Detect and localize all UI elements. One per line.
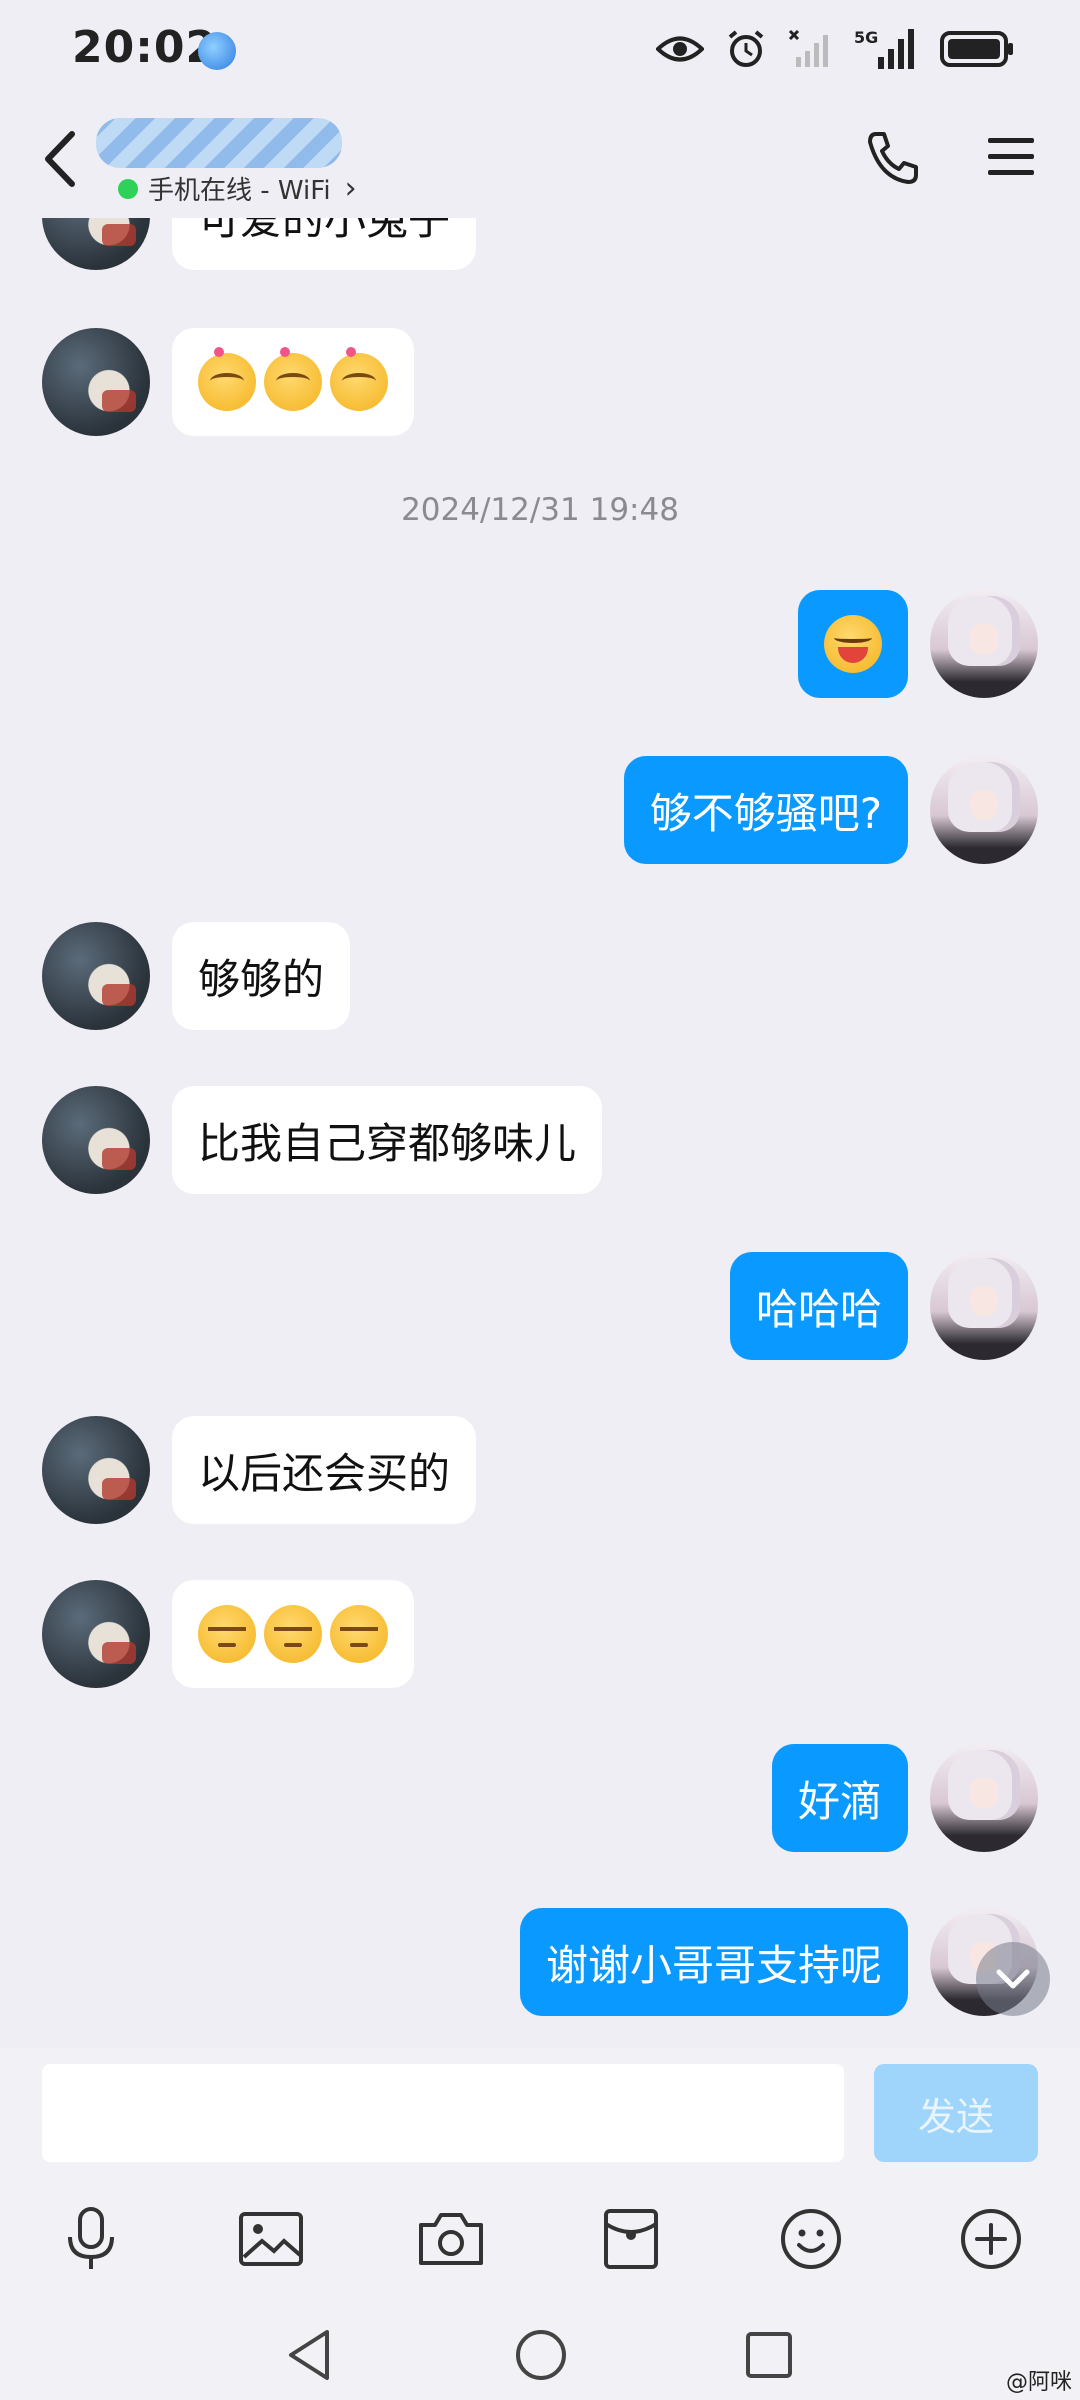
nav-recents-button[interactable] bbox=[734, 2320, 804, 2390]
message-row: 谢谢小哥哥支持呢 bbox=[0, 1908, 1080, 2020]
message-row bbox=[0, 1580, 1080, 1692]
chevron-left-icon bbox=[45, 131, 75, 187]
message-bubble[interactable] bbox=[798, 590, 908, 698]
alarm-icon bbox=[728, 30, 764, 67]
contact-avatar[interactable] bbox=[42, 1416, 150, 1524]
chevron-right-icon: › bbox=[344, 171, 357, 206]
chat-header: 手机在线 - WiFi › bbox=[0, 100, 1080, 218]
message-row: 比我自己穿都够味儿 bbox=[0, 1086, 1080, 1198]
camera-button[interactable] bbox=[410, 2198, 492, 2280]
message-text: 够不够骚吧? bbox=[649, 788, 882, 838]
eye-icon bbox=[656, 36, 704, 62]
blush-heart-emoji-icon bbox=[264, 347, 322, 411]
image-icon bbox=[239, 2212, 303, 2266]
plus-icon bbox=[961, 2209, 1021, 2269]
battery-icon bbox=[940, 31, 1013, 67]
presence-status[interactable]: 手机在线 - WiFi › bbox=[118, 170, 357, 207]
message-row: 好滴 bbox=[0, 1744, 1080, 1856]
message-bubble[interactable]: 谢谢小哥哥支持呢 bbox=[519, 1908, 908, 2016]
voice-button[interactable] bbox=[50, 2198, 132, 2280]
message-list[interactable]: 可爱的小兔子 2024/12/31 19:48 够不够骚吧? 够够的 比我自己穿… bbox=[0, 218, 1080, 2048]
contact-avatar[interactable] bbox=[42, 1086, 150, 1194]
blush-heart-emoji-icon bbox=[330, 347, 388, 411]
hamburger-menu-icon bbox=[988, 138, 1034, 175]
signal-5g-icon: 5G bbox=[854, 28, 914, 69]
contact-avatar[interactable] bbox=[42, 922, 150, 1030]
no-signal-icon bbox=[788, 29, 828, 67]
emoji-button[interactable] bbox=[770, 2198, 852, 2280]
nav-home-button[interactable] bbox=[506, 2320, 576, 2390]
message-text: 够够的 bbox=[198, 954, 325, 1004]
triangle-back-icon bbox=[289, 2330, 329, 2380]
presence-text: 手机在线 - WiFi bbox=[148, 176, 331, 206]
message-row: 可爱的小兔子 bbox=[0, 218, 1080, 274]
send-button[interactable]: 发送 bbox=[874, 2064, 1038, 2162]
message-text: 哈哈哈 bbox=[755, 1284, 882, 1334]
message-row: 哈哈哈 bbox=[0, 1252, 1080, 1364]
contact-name-redacted[interactable] bbox=[96, 118, 342, 168]
square-recents-icon bbox=[746, 2332, 792, 2378]
back-button[interactable] bbox=[36, 128, 86, 190]
scroll-to-bottom-button[interactable] bbox=[976, 1942, 1050, 2016]
message-row bbox=[0, 590, 1080, 702]
message-text: 比我自己穿都够味儿 bbox=[198, 1118, 577, 1168]
call-button[interactable] bbox=[862, 128, 922, 188]
image-button[interactable] bbox=[230, 2198, 312, 2280]
message-bubble[interactable] bbox=[172, 1580, 414, 1688]
message-bubble[interactable]: 比我自己穿都够味儿 bbox=[172, 1086, 603, 1194]
watermark: @阿咪 bbox=[1005, 2370, 1072, 2395]
microphone-icon bbox=[68, 2207, 114, 2269]
phone-icon bbox=[868, 132, 918, 184]
message-bubble[interactable]: 够够的 bbox=[172, 922, 351, 1030]
message-row: 以后还会买的 bbox=[0, 1416, 1080, 1528]
status-time: 20:02 bbox=[72, 22, 218, 73]
red-packet-icon bbox=[604, 2209, 658, 2269]
online-dot-icon bbox=[118, 178, 138, 199]
laugh-emoji-icon bbox=[824, 615, 882, 673]
contact-avatar[interactable] bbox=[42, 328, 150, 436]
message-row: 够不够骚吧? bbox=[0, 756, 1080, 868]
salute-emoji-icon bbox=[264, 1605, 322, 1663]
salute-emoji-icon bbox=[198, 1605, 256, 1663]
message-row: 够够的 bbox=[0, 922, 1080, 1034]
svg-text:5G: 5G bbox=[854, 28, 878, 47]
my-avatar[interactable] bbox=[930, 1252, 1038, 1360]
menu-button[interactable] bbox=[986, 134, 1036, 180]
message-text: 好滴 bbox=[797, 1776, 882, 1826]
my-avatar[interactable] bbox=[930, 590, 1038, 698]
circle-home-icon bbox=[516, 2330, 566, 2380]
nav-back-button[interactable] bbox=[274, 2320, 344, 2390]
chevron-down-icon bbox=[996, 1969, 1030, 1989]
message-bubble[interactable]: 好滴 bbox=[771, 1744, 908, 1852]
message-row bbox=[0, 328, 1080, 440]
status-bar: 20:02 5G bbox=[0, 0, 1080, 100]
my-avatar[interactable] bbox=[930, 756, 1038, 864]
more-button[interactable] bbox=[950, 2198, 1032, 2280]
app-notification-icon bbox=[198, 32, 236, 70]
contact-avatar[interactable] bbox=[42, 218, 150, 270]
status-icons: 5G bbox=[656, 24, 1014, 74]
message-timestamp: 2024/12/31 19:48 bbox=[401, 492, 679, 528]
message-bubble[interactable]: 够不够骚吧? bbox=[623, 756, 908, 864]
blush-heart-emoji-icon bbox=[198, 347, 256, 411]
camera-icon bbox=[419, 2213, 483, 2265]
message-text: 谢谢小哥哥支持呢 bbox=[545, 1940, 882, 1990]
message-bubble[interactable]: 可爱的小兔子 bbox=[172, 218, 477, 270]
message-bubble[interactable]: 以后还会买的 bbox=[172, 1416, 477, 1524]
message-text: 可爱的小兔子 bbox=[198, 218, 451, 244]
message-text: 以后还会买的 bbox=[198, 1448, 451, 1498]
input-toolbar bbox=[0, 2198, 1080, 2280]
contact-avatar[interactable] bbox=[42, 1580, 150, 1688]
composer: 发送 bbox=[0, 2048, 1080, 2400]
message-bubble[interactable]: 哈哈哈 bbox=[729, 1252, 908, 1360]
my-avatar[interactable] bbox=[930, 1744, 1038, 1852]
emoji-icon bbox=[781, 2209, 841, 2269]
salute-emoji-icon bbox=[330, 1605, 388, 1663]
message-bubble[interactable] bbox=[172, 328, 414, 436]
system-nav-bar bbox=[0, 2310, 1080, 2400]
message-input[interactable] bbox=[42, 2064, 844, 2162]
red-packet-button[interactable] bbox=[590, 2198, 672, 2280]
